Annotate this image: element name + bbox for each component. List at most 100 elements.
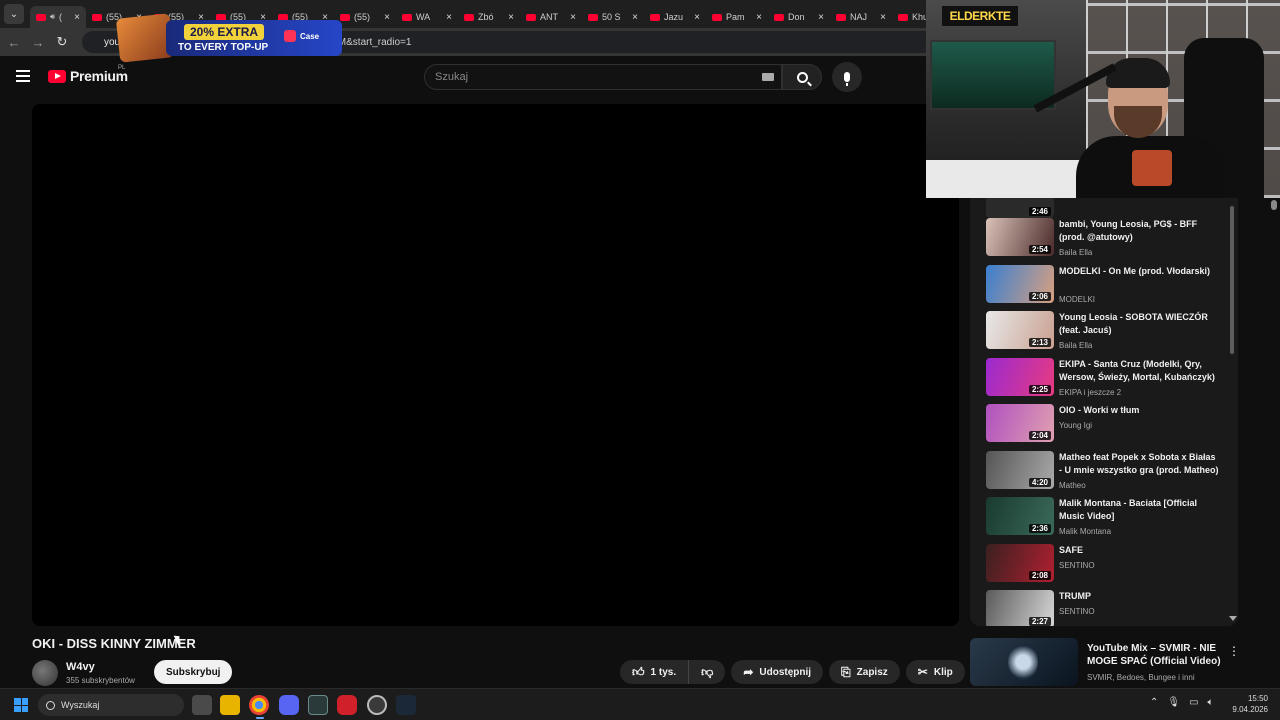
keyboard-icon[interactable] [762,73,774,81]
tab-search-button[interactable]: ⌄ [4,4,24,24]
playlist-item[interactable]: 2:54 bambi, Young Leosia, PG$ - BFF (prod… [986,218,1226,262]
share-button[interactable]: ➦ Udostępnij [731,660,824,684]
video-duration: 2:54 [1028,245,1051,254]
playlist-item-title: OIO - Worki w tłum [1059,405,1140,415]
search-button[interactable] [782,64,822,90]
browser-tab[interactable]: 50 S × [582,6,644,28]
search-icon [46,700,55,710]
video-thumbnail: 2:46 [986,198,1054,218]
tray-chevron-icon[interactable]: ⌃ [1150,697,1158,708]
playlist-item-artist: Matheo [1059,480,1086,490]
save-label: Zapisz [856,666,888,678]
like-button[interactable]: 👍︎ 1 tys. [620,660,690,684]
playlist-item-title: bambi, Young Leosia, PG$ - BFF (prod. @a… [1059,219,1198,242]
browser-tab[interactable]: Zbó × [458,6,520,28]
close-tab-icon[interactable]: × [508,12,514,23]
page-scrollbar-thumb[interactable] [1271,200,1277,210]
browser-tab[interactable]: NAJ × [830,6,892,28]
playlist-item[interactable]: 2:06 MODELKI - On Me (prod. Vłodarski) MOD… [986,264,1226,309]
more-options-icon[interactable]: ⋮ [1228,644,1240,658]
promo-banner[interactable]: 20% EXTRA TO EVERY TOP-UP Case [115,13,344,63]
shirt-print-shape [1132,150,1172,186]
recommended-video[interactable]: YouTube Mix – SVMIR - NIE MOGE SPAĆ (Off… [970,638,1250,688]
close-tab-icon[interactable]: × [880,12,886,23]
taskbar-search[interactable]: Wyszukaj [38,694,184,716]
share-icon: ➦ [743,665,754,679]
xbox-icon[interactable] [308,695,328,715]
like-count: 1 tys. [650,666,677,678]
scroll-down-icon[interactable] [1229,616,1237,621]
app-circle-icon[interactable] [367,695,387,715]
network-icon[interactable]: ▭ [1189,697,1198,708]
close-tab-icon[interactable]: × [384,12,390,23]
clip-button[interactable]: ✂ Klip [905,660,965,684]
browser-tab[interactable]: WA × [396,6,458,28]
aquarium-image [930,40,1056,110]
playlist-item[interactable]: 4:20 Matheo feat Popek x Sobota x Białas … [986,450,1226,495]
steam-icon[interactable] [396,695,416,715]
playlist-item-artist: Young Igi [1059,421,1093,430]
close-tab-icon[interactable]: × [818,12,824,23]
browser-tab[interactable]: Pam × [706,6,768,28]
voice-search-button[interactable] [832,62,862,92]
video-duration: 2:36 [1028,524,1051,533]
save-button[interactable]: ⎘ Zapisz [829,660,900,684]
search-icon [796,71,808,83]
playlist-item[interactable]: 2:04 OIO - Worki w tłum Young Igi [986,404,1226,448]
menu-icon[interactable] [16,70,30,82]
video-thumbnail: 2:36 [986,497,1054,535]
thumbs-down-icon: 👎︎ [701,664,714,679]
back-icon[interactable]: ← [2,35,26,50]
volume-icon[interactable]: 🔈︎ [1208,697,1214,708]
forward-icon[interactable]: → [26,35,50,50]
subscribe-button[interactable]: Subskrybuj [154,660,233,684]
browser-tab[interactable]: Jazu × [644,6,706,28]
task-view-icon[interactable] [192,695,212,715]
reload-icon[interactable]: ↻ [50,34,74,50]
channel-avatar[interactable] [32,660,58,686]
brand-logo-icon [284,30,296,42]
video-thumbnail [970,638,1078,686]
playlist-item[interactable]: 2:25 EKIPA - Santa Cruz (Modelki, Qry, We… [986,357,1226,402]
subscriber-count: 355 subskrybentów [66,676,135,685]
file-explorer-icon[interactable] [220,695,240,715]
playlist-scrollbar-thumb[interactable] [1230,206,1234,354]
playlist-item[interactable]: 2:13 Young Leosia - SOBOTA WIECZÓR (feat.… [986,311,1226,355]
channel-name[interactable]: W4vy [66,661,95,673]
youtube-favicon-icon [712,13,722,21]
close-tab-icon[interactable]: × [694,12,700,23]
browser-tab[interactable]: ANT × [520,6,582,28]
search-input[interactable]: Szukaj [424,64,782,90]
tab-title: Don [788,12,805,22]
youtube-favicon-icon [402,13,412,21]
discord-icon[interactable] [279,695,299,715]
close-tab-icon[interactable]: × [632,12,638,23]
beard-shape [1114,106,1162,138]
video-duration: 4:20 [1028,477,1051,487]
close-tab-icon[interactable]: × [756,12,762,23]
browser-tab[interactable]: 🔊︎(× [30,6,86,28]
close-tab-icon[interactable]: × [570,12,576,23]
recommended-title: YouTube Mix – SVMIR - NIE MOGE SPAĆ (Off… [1087,643,1221,667]
scissors-icon: ✂ [917,665,928,679]
dislike-button[interactable]: 👎︎ [689,660,726,684]
youtube-premium-logo[interactable]: Premium PL [48,65,128,84]
youtube-favicon-icon [836,13,846,21]
system-tray: ⌃ 🎙︎ ▭ 🔈︎ [1150,697,1214,708]
close-tab-icon[interactable]: × [74,12,80,23]
browser-tab[interactable]: Don × [768,6,830,28]
youtube-favicon-icon [774,13,784,21]
windows-start-icon[interactable] [14,698,28,712]
clock[interactable]: 15:50 9.04.2026 [1224,693,1268,715]
video-player[interactable] [32,104,959,626]
chrome-icon[interactable] [249,695,269,715]
microphone-tray-icon[interactable]: 🎙︎ [1167,697,1180,708]
video-duration: 2:13 [1028,338,1051,347]
close-tab-icon[interactable]: × [446,12,452,23]
promo-headline: 20% EXTRA [184,24,265,40]
microphone-icon [844,72,850,86]
app-red-icon[interactable] [337,695,357,715]
playlist-item[interactable]: 2:08 SAFE SENTINO [986,543,1226,588]
playlist-item[interactable]: 2:36 Malik Montana - Baciata [Official Mu… [986,497,1226,541]
playlist-item[interactable]: 2:27 TRUMP SENTINO [986,590,1226,626]
